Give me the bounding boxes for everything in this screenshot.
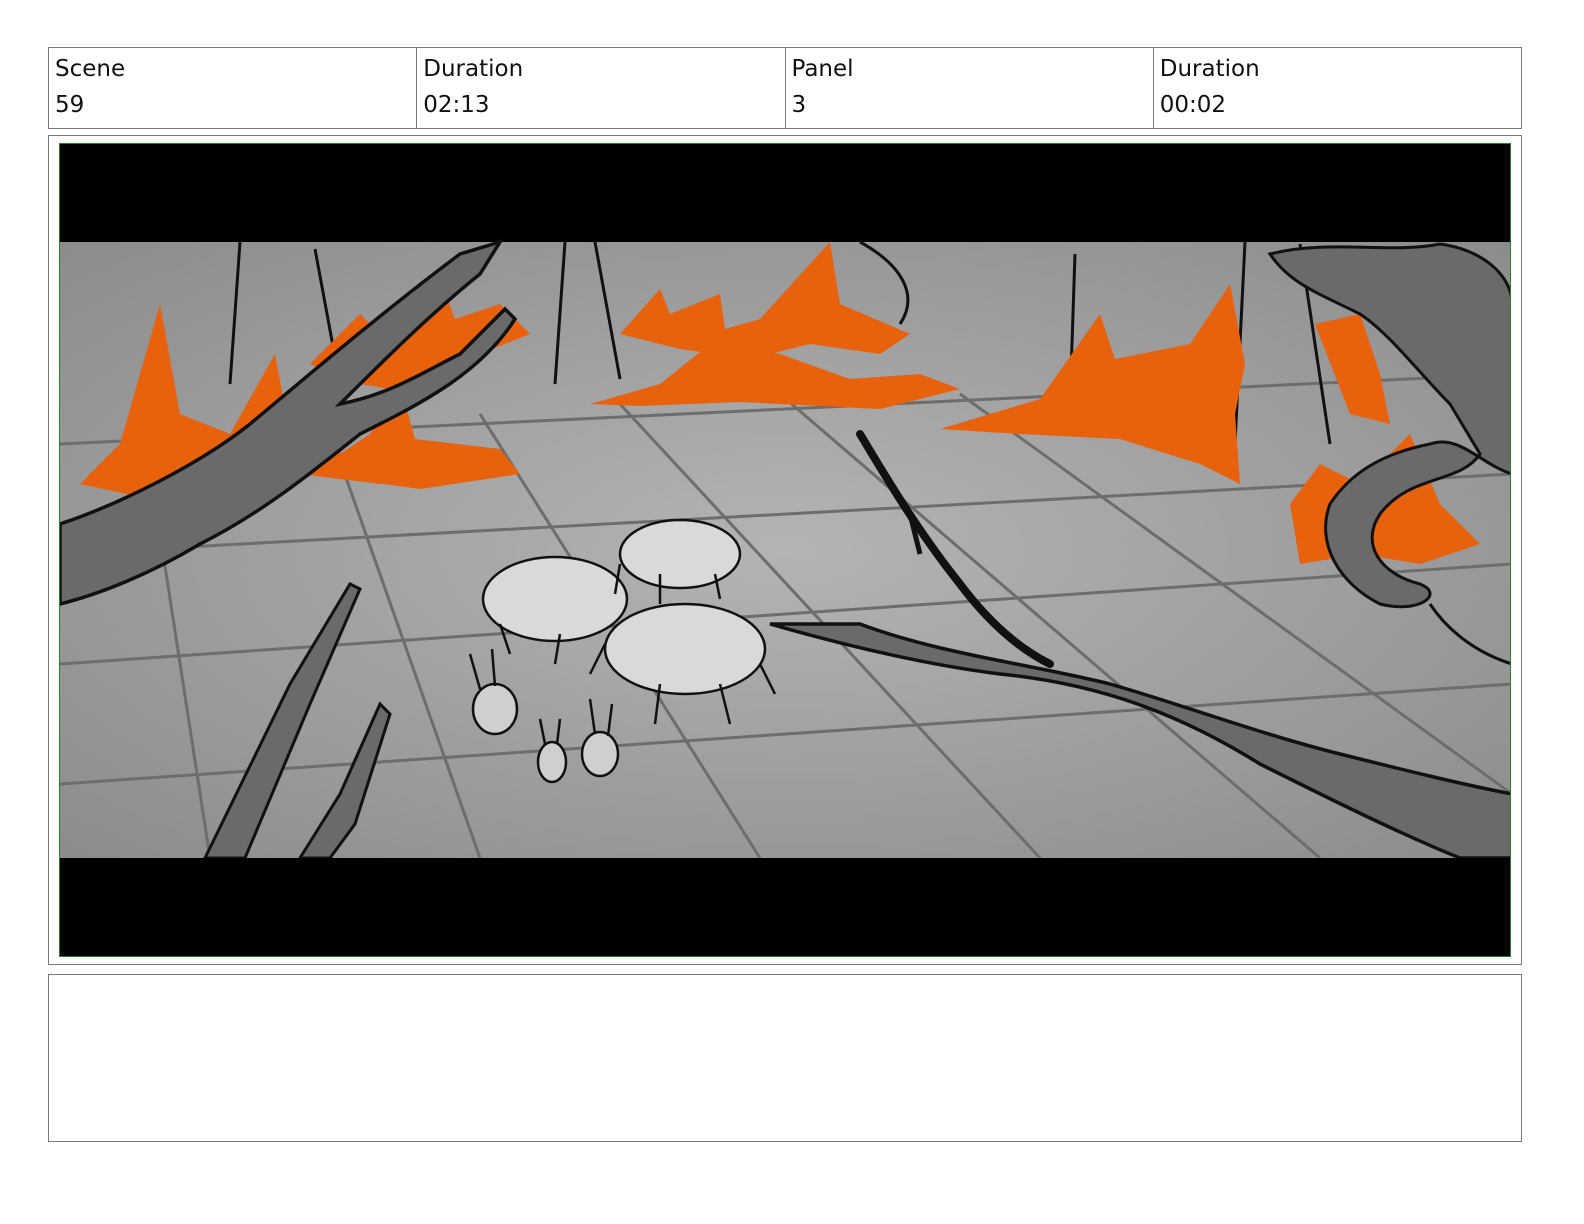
letterbox-bottom xyxy=(60,858,1510,956)
storyboard-sketch xyxy=(59,143,1511,957)
scene-value: 59 xyxy=(55,92,85,118)
panel-duration-cell: Duration 00:02 xyxy=(1154,48,1521,128)
boar-front xyxy=(603,602,767,696)
panel-value: 3 xyxy=(791,92,807,118)
scene-cell: Scene 59 xyxy=(49,48,418,128)
letterbox-top xyxy=(60,144,1510,242)
panel-cell: Panel 3 xyxy=(786,48,1154,128)
scene-duration-cell: Duration 02:13 xyxy=(417,48,786,128)
sketch-svg xyxy=(60,144,1510,956)
scene-label: Scene xyxy=(55,56,126,82)
storyboard-panel-frame xyxy=(48,135,1522,965)
boar-back xyxy=(618,518,742,590)
scene-duration-value: 02:13 xyxy=(423,92,490,118)
panel-notes-box xyxy=(48,974,1522,1142)
panel-duration-label: Duration xyxy=(1159,56,1260,82)
panel-duration-value: 00:02 xyxy=(1159,92,1227,118)
panel-label: Panel xyxy=(791,56,854,82)
scene-duration-label: Duration xyxy=(423,56,524,82)
boar-left xyxy=(481,555,629,643)
scene-info-table: Scene 59 Duration 02:13 Panel 3 Duration… xyxy=(48,47,1522,129)
